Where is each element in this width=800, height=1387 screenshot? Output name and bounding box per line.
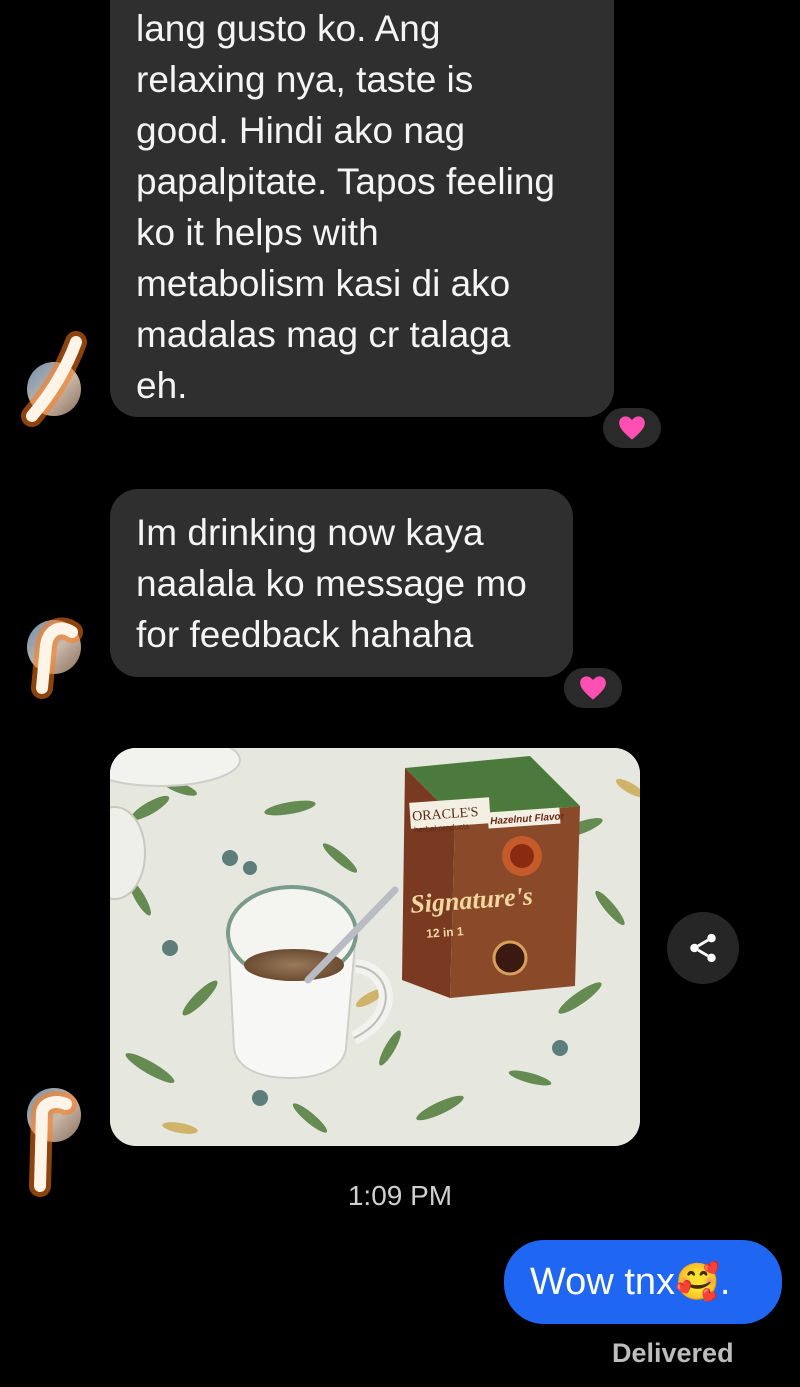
message-reaction[interactable] <box>600 405 664 451</box>
message-line: papalpitate. Tapos feeling <box>136 161 555 202</box>
received-message-bubble[interactable]: Im drinking now kaya naalala ko message … <box>110 489 573 677</box>
message-line: metabolism kasi di ako <box>136 263 511 304</box>
message-line: relaxing nya, taste is <box>136 59 474 100</box>
photo-message[interactable]: ORACLE'S herbal products Hazelnut Flavor… <box>110 748 640 1146</box>
sent-message-bubble[interactable]: Wow tnx 🥰 . <box>504 1240 782 1324</box>
scribble-overlay <box>21 331 87 427</box>
photo-image: ORACLE'S herbal products Hazelnut Flavor… <box>110 748 640 1146</box>
message-line: madalas mag cr talaga <box>136 314 511 355</box>
message-line: Im drinking now kaya <box>136 512 484 553</box>
message-line: ko it helps with <box>136 212 379 253</box>
message-line: eh. <box>136 365 188 406</box>
received-message-bubble[interactable]: lang gusto ko. Ang relaxing nya, taste i… <box>110 0 614 417</box>
message-line: naalala ko message mo <box>136 563 527 604</box>
heart-icon <box>619 416 645 440</box>
box-variant-text: 12 in 1 <box>426 924 465 941</box>
share-icon <box>690 933 716 963</box>
share-button[interactable] <box>667 912 739 984</box>
sent-message-trailing: . <box>719 1260 731 1303</box>
scribble-overlay <box>31 617 83 699</box>
smiling-face-with-hearts-emoji: 🥰 <box>675 1261 720 1302</box>
message-timestamp: 1:09 PM <box>347 1180 453 1211</box>
message-reaction[interactable] <box>561 665 625 711</box>
heart-icon <box>580 676 606 700</box>
message-line: lang gusto ko. Ang <box>136 8 441 49</box>
message-line: for feedback hahaha <box>136 614 474 655</box>
message-line: good. Hindi ako nag <box>136 110 466 151</box>
delivery-status: Delivered <box>612 1338 734 1368</box>
sent-message-text: Wow tnx <box>530 1260 676 1303</box>
